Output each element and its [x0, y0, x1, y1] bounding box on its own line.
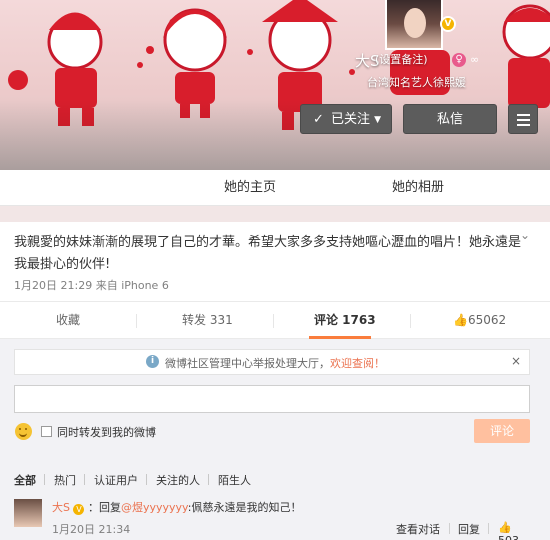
- reply-link[interactable]: 回复: [458, 521, 480, 537]
- comment-like-count: 503: [498, 534, 519, 540]
- club-icon[interactable]: ∞: [470, 53, 486, 67]
- repost-checkbox[interactable]: [41, 426, 52, 437]
- submit-comment-button[interactable]: 评论: [474, 419, 530, 443]
- comment-input[interactable]: [14, 385, 530, 413]
- post-time[interactable]: 1月20日 21:29: [14, 279, 92, 292]
- tab-her-home[interactable]: 她的主页: [224, 170, 276, 206]
- filter-all[interactable]: 全部: [14, 472, 36, 488]
- filter-hot[interactable]: 热门: [54, 472, 76, 488]
- thumbs-up-icon: 👍: [498, 521, 512, 534]
- close-icon[interactable]: ×: [511, 354, 521, 368]
- set-remark-link[interactable]: (设置备注): [375, 51, 428, 67]
- filter-following[interactable]: 关注的人: [156, 472, 200, 488]
- profile-cover: V 大S (设置备注) ♀ ∞ 台湾知名艺人徐熙媛 ✓ 已关注 ▼ 私信: [0, 0, 550, 170]
- profile-nav: 她的主页 她的相册: [0, 170, 550, 206]
- post-card: 我親愛的妹妹漸漸的展現了自己的才華。希望大家多多支持她嘔心瀝血的唱片！她永遠是我…: [0, 222, 550, 540]
- repost-button[interactable]: 转发 331: [182, 302, 233, 339]
- filter-strangers[interactable]: 陌生人: [218, 472, 251, 488]
- repost-checkbox-label[interactable]: 同时转发到我的微博: [57, 424, 156, 440]
- post-menu-chevron-icon[interactable]: ⌄: [520, 228, 530, 242]
- post-source: 来自 iPhone 6: [95, 279, 169, 292]
- verified-badge-icon: V: [73, 504, 85, 515]
- comment-item: 大S V ：回复@煜yyyyyyy:佩慈永遠是我的知己！ 1月20日 21:34…: [14, 499, 530, 540]
- comment-tab[interactable]: 评论 1763: [314, 302, 376, 339]
- favorite-button[interactable]: 收藏: [56, 302, 80, 339]
- comment-time: 1月20日 21:34: [52, 523, 131, 536]
- mention-link[interactable]: @煜yyyyyyy: [121, 501, 188, 514]
- filter-verified[interactable]: 认证用户: [94, 472, 138, 488]
- commenter-avatar[interactable]: [14, 499, 42, 527]
- report-notice: i 微博社区管理中心举报处理大厅，欢迎查阅！ ×: [14, 349, 530, 375]
- comment-section: i 微博社区管理中心举报处理大厅，欢迎查阅！ × 同时转发到我的微博 评论 全部…: [0, 339, 550, 540]
- post-text: 我親愛的妹妹漸漸的展現了自己的才華。希望大家多多支持她嘔心瀝血的唱片！她永遠是我…: [14, 235, 522, 272]
- reply-prefix: ：回复: [87, 501, 121, 514]
- tab-her-album[interactable]: 她的相册: [392, 170, 444, 206]
- comment-like-button[interactable]: 👍503: [498, 521, 530, 540]
- verified-badge-icon: V: [440, 16, 456, 32]
- check-icon: ✓: [313, 112, 324, 127]
- thumbs-up-icon: 👍: [453, 313, 468, 327]
- more-menu-button[interactable]: [508, 104, 538, 134]
- profile-description: 台湾知名艺人徐熙媛: [367, 76, 466, 89]
- message-button[interactable]: 私信: [403, 104, 497, 134]
- profile-avatar[interactable]: [385, 0, 443, 50]
- female-icon: ♀: [452, 53, 466, 67]
- comment-body: :佩慈永遠是我的知己！: [187, 501, 302, 514]
- following-button[interactable]: ✓ 已关注 ▼: [300, 104, 392, 134]
- following-button-label: 已关注: [331, 112, 371, 127]
- comment-text: 大S V ：回复@煜yyyyyyy:佩慈永遠是我的知己！: [52, 499, 301, 515]
- post-actions: 收藏 转发 331 评论 1763 👍65062: [0, 301, 550, 339]
- like-count: 65062: [467, 313, 507, 327]
- menu-icon: [517, 114, 530, 116]
- view-conversation-link[interactable]: 查看对话: [396, 521, 440, 537]
- post-meta: 1月20日 21:29 来自 iPhone 6: [14, 277, 169, 293]
- commenter-name[interactable]: 大S: [52, 501, 70, 514]
- notice-link[interactable]: 欢迎查阅！: [330, 357, 385, 370]
- info-icon: i: [146, 355, 159, 368]
- like-button[interactable]: 👍65062: [453, 302, 506, 339]
- emoji-icon[interactable]: [15, 423, 32, 440]
- notice-text: 微博社区管理中心举报处理大厅，: [165, 357, 330, 370]
- caret-down-icon: ▼: [374, 115, 381, 125]
